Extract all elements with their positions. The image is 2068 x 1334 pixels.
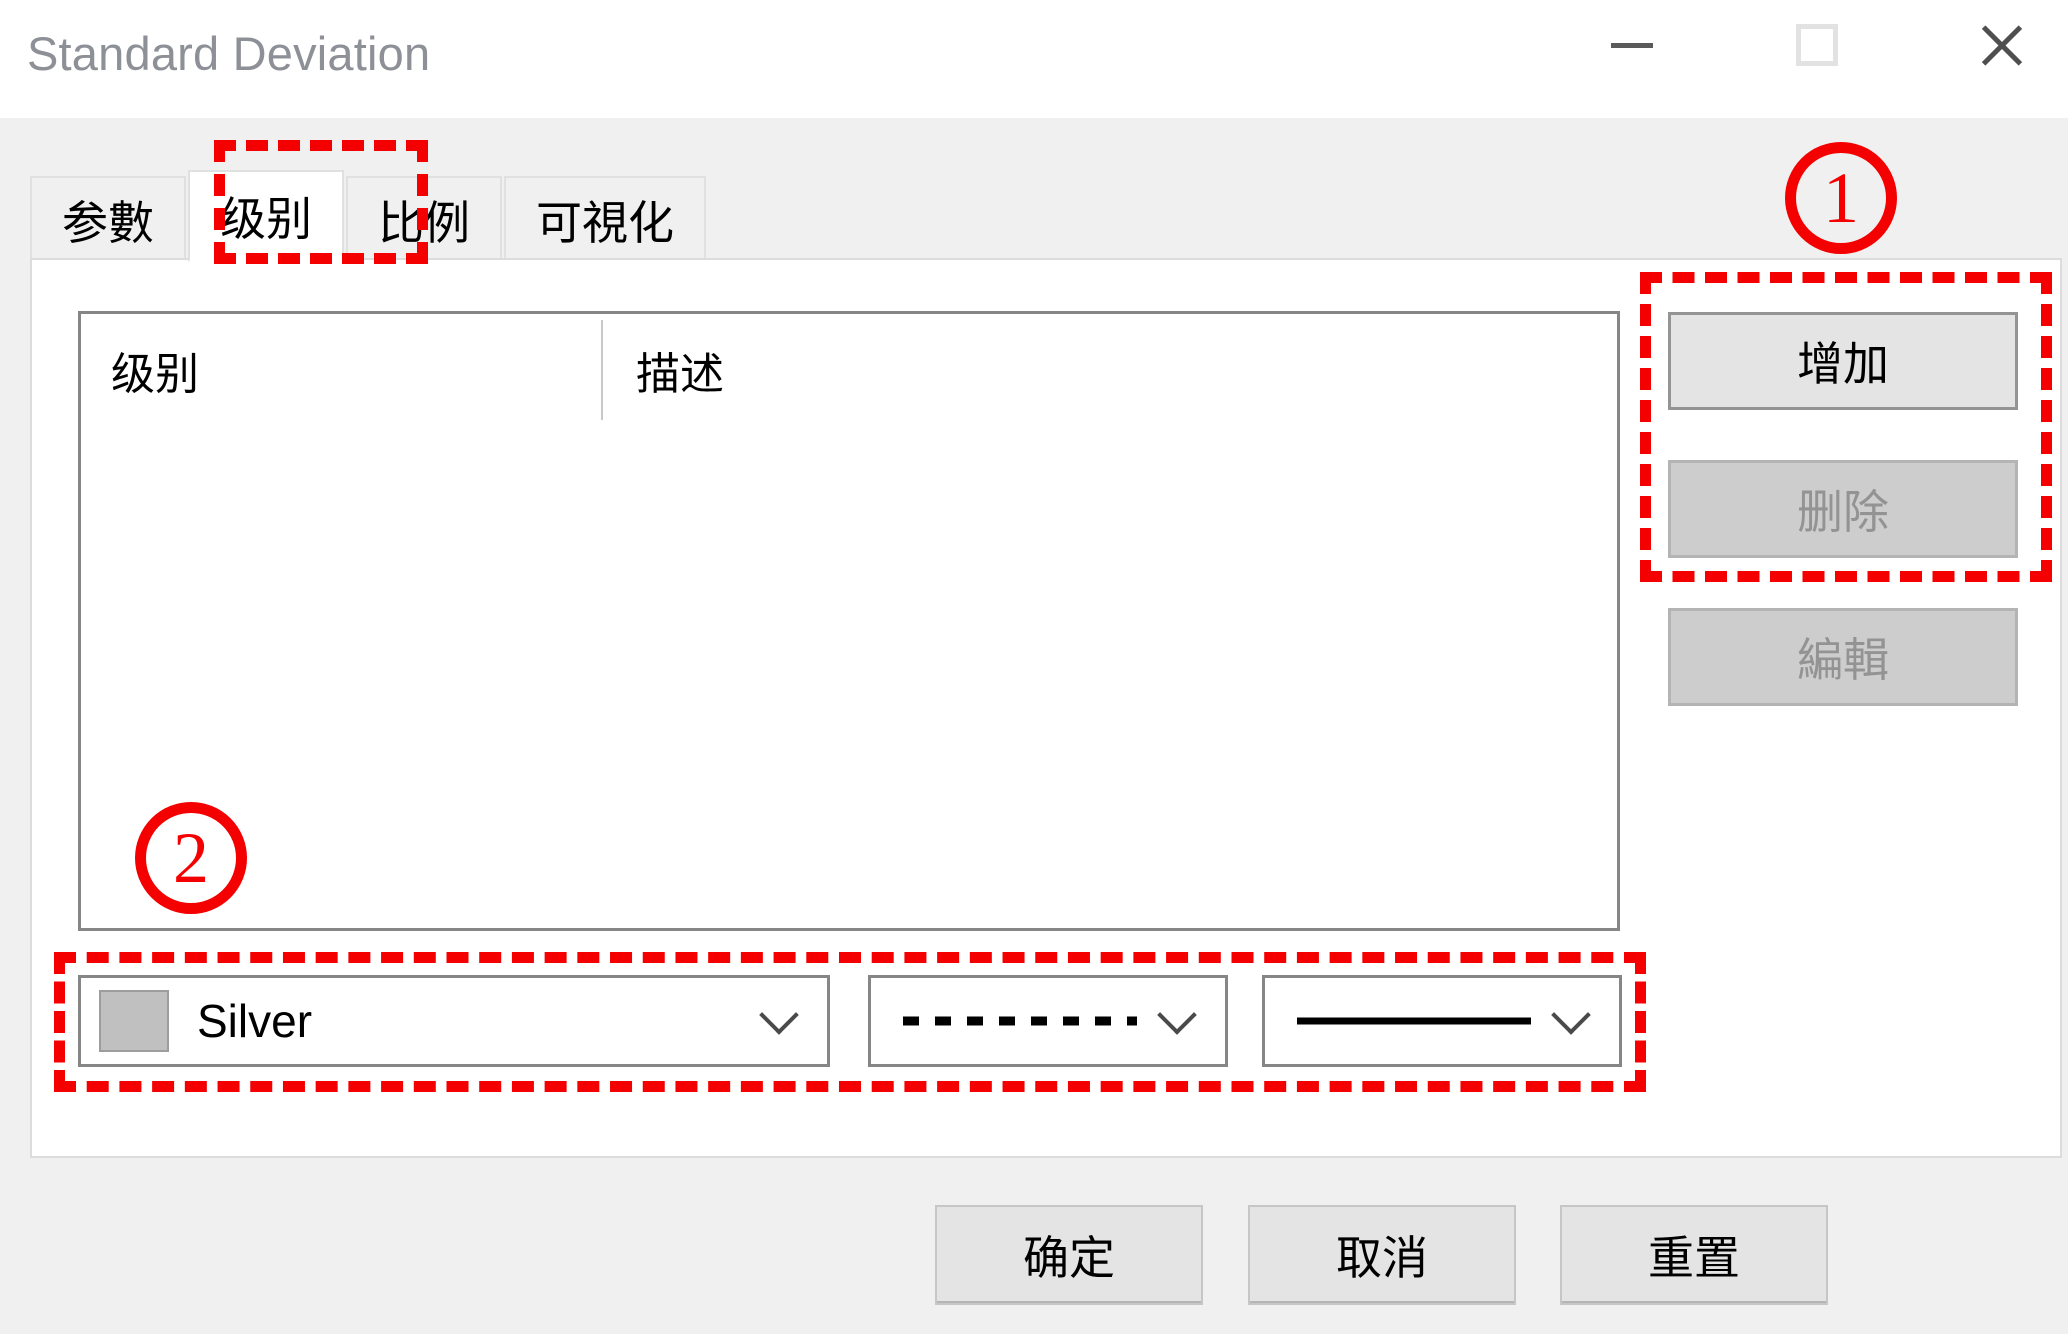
ok-button[interactable]: 确定 [935, 1205, 1203, 1305]
reset-label: 重置 [1648, 1232, 1740, 1284]
maximize-icon [1796, 24, 1838, 66]
annotation-marker-1: 1 [1785, 142, 1897, 254]
maximize-button[interactable] [1757, 0, 1877, 90]
tab-levels[interactable]: 级别 [188, 170, 344, 262]
line-style-dropdown[interactable] [868, 975, 1228, 1067]
tab-label: 参數 [62, 197, 154, 249]
color-value-label: Silver [197, 995, 313, 1047]
chevron-down-icon [765, 1001, 799, 1035]
cancel-button[interactable]: 取消 [1248, 1205, 1516, 1305]
color-dropdown[interactable]: Silver [78, 975, 830, 1067]
solid-line-preview [1297, 1017, 1531, 1025]
dialog-window: Standard Deviation 参數 级别 比例 可視化 级别 描述 增加… [0, 0, 2068, 1334]
window-title: Standard Deviation [27, 27, 431, 80]
minimize-icon [1611, 42, 1653, 48]
title-bar: Standard Deviation [0, 0, 2068, 118]
levels-list[interactable]: 级别 描述 [78, 311, 1620, 931]
add-level-button[interactable]: 增加 [1668, 312, 2018, 410]
column-divider[interactable] [601, 320, 603, 420]
edit-level-label: 編輯 [1797, 634, 1889, 686]
add-level-label: 增加 [1797, 338, 1889, 390]
cancel-label: 取消 [1336, 1232, 1428, 1284]
tab-label: 可視化 [536, 197, 674, 249]
dashed-line-preview [903, 1016, 1137, 1026]
tab-strip: 参數 级别 比例 可視化 [30, 170, 708, 262]
close-icon [1976, 19, 2028, 71]
delete-level-label: 删除 [1797, 486, 1889, 538]
chevron-down-icon [1163, 1001, 1197, 1035]
line-width-dropdown[interactable] [1262, 975, 1622, 1067]
tab-label: 级别 [220, 193, 312, 245]
ok-label: 确定 [1023, 1232, 1115, 1284]
annotation-marker-2: 2 [135, 802, 247, 914]
minimize-button[interactable] [1572, 0, 1692, 90]
tab-label: 比例 [378, 197, 470, 249]
tab-scale[interactable]: 比例 [346, 176, 502, 262]
color-swatch [99, 990, 169, 1052]
tab-parameters[interactable]: 参數 [30, 176, 186, 262]
chevron-down-icon [1557, 1001, 1591, 1035]
edit-level-button[interactable]: 編輯 [1668, 608, 2018, 706]
reset-button[interactable]: 重置 [1560, 1205, 1828, 1305]
delete-level-button[interactable]: 删除 [1668, 460, 2018, 558]
close-button[interactable] [1942, 0, 2062, 90]
column-header-description: 描述 [636, 350, 724, 399]
levels-list-header: 级别 描述 [81, 314, 1617, 424]
tab-visualization[interactable]: 可視化 [504, 176, 706, 262]
column-header-level: 级别 [111, 350, 199, 399]
